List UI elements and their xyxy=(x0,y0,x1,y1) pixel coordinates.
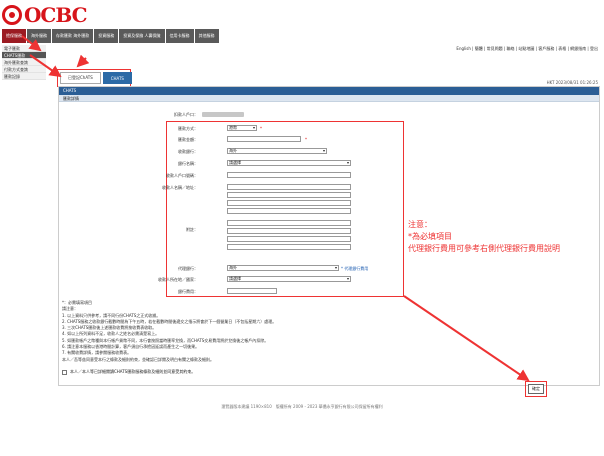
payee-name-line-4[interactable] xyxy=(227,208,351,214)
agent-bank-fee-link[interactable]: * 代理銀行費用 xyxy=(341,266,368,272)
chevron-down-icon: ▾ xyxy=(346,276,349,281)
note-line-1: 注意： xyxy=(408,220,432,229)
sidebar-item-3[interactable]: 付款方式查詢 xyxy=(2,66,46,73)
sidebar: 電子匯款 CHATS匯款 海外匯款查詢 付款方式查詢 匯款記錄 xyxy=(2,45,46,80)
charges-input[interactable] xyxy=(227,288,277,294)
market-time: HKT 2023/08/31 01:26:25 xyxy=(546,80,598,85)
chevron-down-icon: ▾ xyxy=(346,160,349,165)
charges-label: 銀行費用： xyxy=(178,289,198,294)
agent-country-select[interactable]: 請選擇 ▾ xyxy=(227,276,351,282)
brand-name: OCBC xyxy=(24,3,88,27)
quick-links[interactable]: English | 簡體 | 常見問題 | 聯絡 | 站點地圖 | 客戶服務 |… xyxy=(456,46,598,52)
panel-title: CHATS xyxy=(59,87,599,95)
currency-select[interactable]: 港幣 ▾ xyxy=(227,125,257,131)
agree-text: 本人／本人等已詳細閱讀CHATS匯款服務條款及細則並同意受其約束。 xyxy=(70,369,196,374)
sidebar-item-0[interactable]: 電子匯款 xyxy=(2,45,46,52)
agree-row: 本人／本人等已詳細閱讀CHATS匯款服務條款及細則並同意受其約束。 xyxy=(62,369,195,375)
payee-account-input[interactable] xyxy=(227,172,351,178)
remarks-line-2[interactable] xyxy=(227,228,351,234)
sidebar-item-chats[interactable]: CHATS匯款 xyxy=(2,52,46,59)
agent-bank-label: 代理銀行： xyxy=(178,266,198,271)
payee-name-line-2[interactable] xyxy=(227,192,351,198)
agree-checkbox[interactable] xyxy=(62,369,67,375)
nav-tab-4[interactable]: 投資及保險 人壽保險 xyxy=(119,29,165,43)
annotation-note: 注意： *為必填項目 代理銀行費用可參考右側代理銀行費用說明 xyxy=(408,219,560,255)
remarks-line-1[interactable] xyxy=(227,220,351,226)
nav-tab-5[interactable]: 信用卡服務 xyxy=(165,29,194,43)
payee-name-line-1[interactable] xyxy=(227,184,351,190)
required-mark: * xyxy=(260,126,262,131)
submit-button[interactable]: 確定 xyxy=(528,384,544,394)
chevron-down-icon: ▾ xyxy=(252,125,255,130)
note-line-2: *為必填項目 xyxy=(408,232,452,241)
sidebar-item-2[interactable]: 海外匯款查詢 xyxy=(2,59,46,66)
remarks-line-4[interactable] xyxy=(227,244,351,250)
main-nav: 擔保服務 海外服務 存款匯款 海外匯款 投資服務 投資及保險 人壽保險 信用卡服… xyxy=(2,29,219,43)
nav-tab-0[interactable]: 擔保服務 xyxy=(2,29,26,43)
tab-registered-chats[interactable]: 已登記ChATS xyxy=(60,72,101,84)
ocbc-logo: OCBC xyxy=(2,3,88,27)
nav-tab-1[interactable]: 海外服務 xyxy=(27,29,51,43)
required-mark: * xyxy=(305,137,307,142)
amount-label: 匯款金額： xyxy=(178,137,198,142)
payee-name-label: 收款人名稱／地址： xyxy=(162,185,198,190)
payee-name-line-3[interactable] xyxy=(227,200,351,206)
agent-country-label: 收款人所在地／國家： xyxy=(158,277,198,282)
arrow-to-subtab xyxy=(76,54,90,68)
nav-tab-6[interactable]: 其他服務 xyxy=(194,29,219,43)
logo-mark-icon xyxy=(2,5,22,25)
bank-name-select[interactable]: 請選擇 ▾ xyxy=(227,160,351,166)
nav-tab-3[interactable]: 投資服務 xyxy=(94,29,119,43)
panel-subtitle: 匯款詳情 xyxy=(59,95,599,102)
bank-name-label: 銀行名稱： xyxy=(178,161,198,166)
payer-account-value xyxy=(202,112,244,117)
chevron-down-icon: ▾ xyxy=(322,148,325,153)
payer-account-label: 扣款人戶口： xyxy=(174,112,198,117)
note-line-3: 代理銀行費用可參考右側代理銀行費用說明 xyxy=(408,244,560,253)
sidebar-item-4[interactable]: 匯款記錄 xyxy=(2,73,46,80)
tab-chats[interactable]: CHATS xyxy=(102,72,132,84)
payee-account-label: 收款人戶口號碼： xyxy=(166,173,198,178)
chevron-down-icon: ▾ xyxy=(334,265,337,270)
terms-text: 本人／吾等茲同意受本行之條款及細則約束，並確認已詳閱及明白有關之條款及細則。 xyxy=(62,356,214,362)
amount-input[interactable] xyxy=(227,136,301,142)
currency-label: 匯款方式： xyxy=(178,126,198,131)
agent-bank-select[interactable]: 海外 ▾ xyxy=(227,265,339,271)
footer: 瀏覽器版本建議 1190×810 版權所有 2009 - 2023 華僑永亨銀行… xyxy=(221,404,383,409)
remarks-label: 附註： xyxy=(186,227,198,232)
notes-block: *：必需填寫項目 請注意： 1. 以上資料只供參考，請不同行份CHATS之正式收… xyxy=(62,300,596,363)
subtabs: 已登記ChATS CHATS xyxy=(60,72,132,84)
nav-tab-2[interactable]: 存款匯款 海外匯款 xyxy=(52,29,94,43)
remarks-line-3[interactable] xyxy=(227,236,351,242)
bank-location-select[interactable]: 海外 ▾ xyxy=(227,148,327,154)
bank-location-label: 收款銀行： xyxy=(178,149,198,154)
